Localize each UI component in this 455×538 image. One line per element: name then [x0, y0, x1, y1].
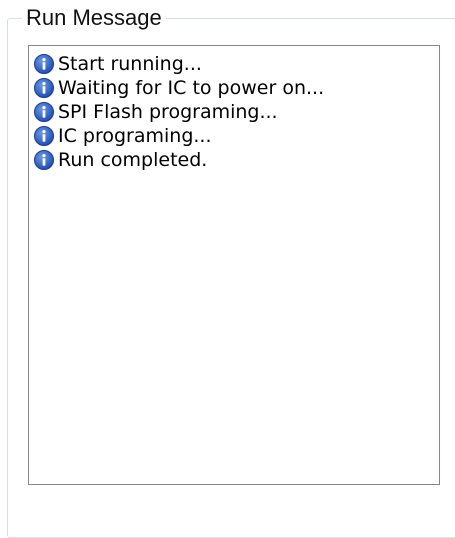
info-icon — [34, 102, 54, 122]
message-text: Waiting for IC to power on... — [58, 77, 325, 99]
list-item[interactable]: IC programing... — [29, 124, 439, 148]
group-title: Run Message — [22, 5, 166, 31]
run-message-list[interactable]: Start running... Waiting for IC to power… — [28, 45, 440, 485]
info-icon — [34, 126, 54, 146]
message-text: SPI Flash programing... — [58, 101, 278, 123]
message-text: IC programing... — [58, 125, 212, 147]
list-item[interactable]: Run completed. — [29, 148, 439, 172]
info-icon — [34, 150, 54, 170]
list-item[interactable]: Waiting for IC to power on... — [29, 76, 439, 100]
list-item[interactable]: Start running... — [29, 52, 439, 76]
message-text: Start running... — [58, 53, 202, 75]
info-icon — [34, 78, 54, 98]
message-text: Run completed. — [58, 149, 208, 171]
list-item[interactable]: SPI Flash programing... — [29, 100, 439, 124]
info-icon — [34, 54, 54, 74]
